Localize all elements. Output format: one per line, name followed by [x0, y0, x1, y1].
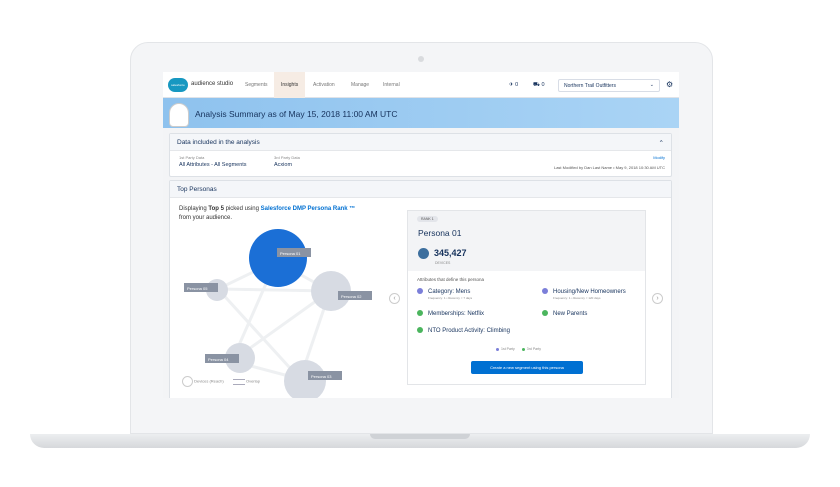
graph-legend: Devices (Reach) Overlap [182, 376, 260, 387]
page-title: Analysis Summary as of May 15, 2018 11:0… [195, 109, 398, 119]
attribute-item: New Parents [542, 310, 587, 317]
party-legend: 1st Party 3rd Party [496, 347, 541, 351]
tab-activation[interactable]: Activation [313, 82, 335, 88]
third-party-label: 3rd Party Data [274, 155, 300, 160]
org-name: Northern Trail Outfitters [564, 83, 616, 89]
hero-banner: Analysis Summary as of May 15, 2018 11:0… [163, 98, 679, 128]
cart-count: 0 [541, 82, 545, 88]
section-title: Top Personas [170, 181, 671, 198]
persona-label: Persona 04 [208, 357, 229, 362]
third-party-value: Acxiom [274, 162, 293, 168]
devices-icon [418, 248, 429, 259]
laptop-notch [370, 434, 470, 439]
device-count-label: DEVICES [435, 261, 451, 265]
tab-insights[interactable]: Insights [274, 72, 306, 98]
devices-icon [182, 376, 193, 387]
persona-detail-panel: RANK 1 Persona 01 345,427 DEVICES Attrib… [407, 210, 646, 385]
pin-icon: ✈ [509, 82, 514, 88]
attribute-item: Housing/New Homeowners [542, 288, 626, 295]
tab-segments[interactable]: Segments [245, 82, 268, 88]
attributes-title: Attributes that define this persona [417, 277, 485, 282]
device-count: 345,427 [434, 248, 467, 258]
pin-count: 0 [515, 82, 519, 88]
first-party-value: All Attributes - All Segments [179, 162, 247, 168]
prev-persona-button[interactable]: ‹ [389, 293, 400, 304]
chevron-up-icon[interactable]: ⌃ [659, 139, 664, 147]
persona-label: Persona 01 [280, 251, 301, 256]
persona-label: Persona 03 [311, 374, 332, 379]
cart-button[interactable]: ⛟ 0 [533, 82, 545, 89]
persona-label: Persona 02 [341, 294, 362, 299]
next-persona-button[interactable]: › [652, 293, 663, 304]
rank-badge: RANK 1 [417, 216, 438, 222]
attribute-item: Category: Mens [417, 288, 470, 295]
persona-network: Persona 01 Persona 02 Persona 03 Persona… [184, 229, 372, 398]
einstein-avatar [169, 103, 189, 127]
persona-node-01[interactable] [249, 229, 307, 287]
salesforce-logo[interactable]: salesforce [168, 78, 188, 92]
section-title: Data included in the analysis [177, 139, 260, 146]
attribute-sub: Frequency: 1 • Recency < 120 days [553, 296, 601, 300]
camera [418, 56, 424, 62]
pin-button[interactable]: ✈ 0 [509, 82, 518, 88]
legend-devices: Devices (Reach) [194, 378, 224, 384]
persona-label: Persona 05 [187, 286, 208, 291]
attribute-item: Memberships: Netflix [417, 310, 484, 317]
top-nav: salesforce audience studio Segments Insi… [163, 72, 679, 98]
attribute-sub: Frequency: 1 • Recency < 7 days [428, 296, 473, 300]
attribute-item: NTO Product Activity: Climbing [417, 327, 510, 334]
persona-name: Persona 01 [418, 228, 462, 238]
first-party-label: 1st Party Data [179, 155, 205, 160]
last-modified: Last Modified by Dan Last Name • May 9, … [553, 165, 665, 170]
legend-overlap: Overlap [245, 378, 260, 384]
data-included-header[interactable]: Data included in the analysis ⌃ [170, 134, 671, 151]
cart-icon: ⛟ [533, 82, 540, 88]
gear-icon[interactable]: ⚙ [666, 80, 673, 89]
brand-name: audience studio [191, 81, 234, 87]
chevron-down-icon: ⌄ [649, 82, 654, 88]
org-select[interactable]: Northern Trail Outfitters ⌄ [558, 79, 660, 92]
modify-link[interactable]: Modify [653, 155, 665, 160]
tab-internal[interactable]: Internal [383, 82, 400, 88]
create-segment-button[interactable]: Create a new segment using this persona [471, 361, 583, 374]
screen: salesforce audience studio Segments Insi… [163, 72, 679, 398]
persona-rank-link[interactable]: Salesforce DMP Persona Rank ™ [261, 206, 356, 212]
data-included-card: Data included in the analysis ⌃ 1st Party… [169, 133, 672, 177]
tab-manage[interactable]: Manage [351, 82, 369, 88]
overlap-icon [232, 378, 245, 385]
